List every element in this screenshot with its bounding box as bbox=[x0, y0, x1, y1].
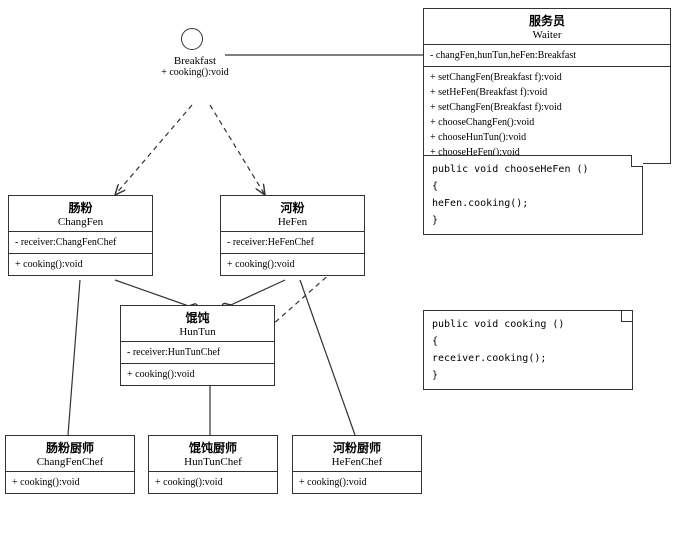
changfenchef-methods: + cooking():void bbox=[6, 472, 134, 493]
changfen-header: 肠粉 ChangFen bbox=[9, 196, 152, 232]
changfen-attributes: - receiver:ChangFenChef bbox=[9, 232, 152, 254]
uml-diagram: Breakfast + cooking():void 服务员 Waiter - … bbox=[0, 0, 680, 542]
huntun-header: 馄饨 HunTun bbox=[121, 306, 274, 342]
hefenchef-box: 河粉厨师 HeFenChef + cooking():void bbox=[292, 435, 422, 494]
code-box-cooking: public void cooking () { receiver.cookin… bbox=[423, 310, 633, 390]
huntunchef-methods: + cooking():void bbox=[149, 472, 277, 493]
waiter-methods: + setChangFen(Breakfast f):void + setHeF… bbox=[424, 67, 670, 163]
breakfast-label: Breakfast + cooking():void bbox=[155, 55, 235, 78]
huntun-attributes: - receiver:HunTunChef bbox=[121, 342, 274, 364]
hefenchef-header: 河粉厨师 HeFenChef bbox=[293, 436, 421, 472]
waiter-header: 服务员 Waiter bbox=[424, 9, 670, 45]
interface-circle bbox=[181, 28, 203, 50]
waiter-attributes: - changFen,hunTun,heFen:Breakfast bbox=[424, 45, 670, 67]
huntun-methods: + cooking():void bbox=[121, 364, 274, 385]
code-box-choosehfen: public void chooseHeFen () { heFen.cooki… bbox=[423, 155, 643, 235]
hefen-attributes: - receiver:HeFenChef bbox=[221, 232, 364, 254]
changfenchef-header: 肠粉厨师 ChangFenChef bbox=[6, 436, 134, 472]
hefen-header: 河粉 HeFen bbox=[221, 196, 364, 232]
changfen-box: 肠粉 ChangFen - receiver:ChangFenChef + co… bbox=[8, 195, 153, 276]
changfenchef-box: 肠粉厨师 ChangFenChef + cooking():void bbox=[5, 435, 135, 494]
huntun-box: 馄饨 HunTun - receiver:HunTunChef + cookin… bbox=[120, 305, 275, 386]
huntunchef-header: 馄饨厨师 HunTunChef bbox=[149, 436, 277, 472]
waiter-box: 服务员 Waiter - changFen,hunTun,heFen:Break… bbox=[423, 8, 671, 164]
changfen-methods: + cooking():void bbox=[9, 254, 152, 275]
huntunchef-box: 馄饨厨师 HunTunChef + cooking():void bbox=[148, 435, 278, 494]
hefen-methods: + cooking():void bbox=[221, 254, 364, 275]
hefen-box: 河粉 HeFen - receiver:HeFenChef + cooking(… bbox=[220, 195, 365, 276]
hefenchef-methods: + cooking():void bbox=[293, 472, 421, 493]
